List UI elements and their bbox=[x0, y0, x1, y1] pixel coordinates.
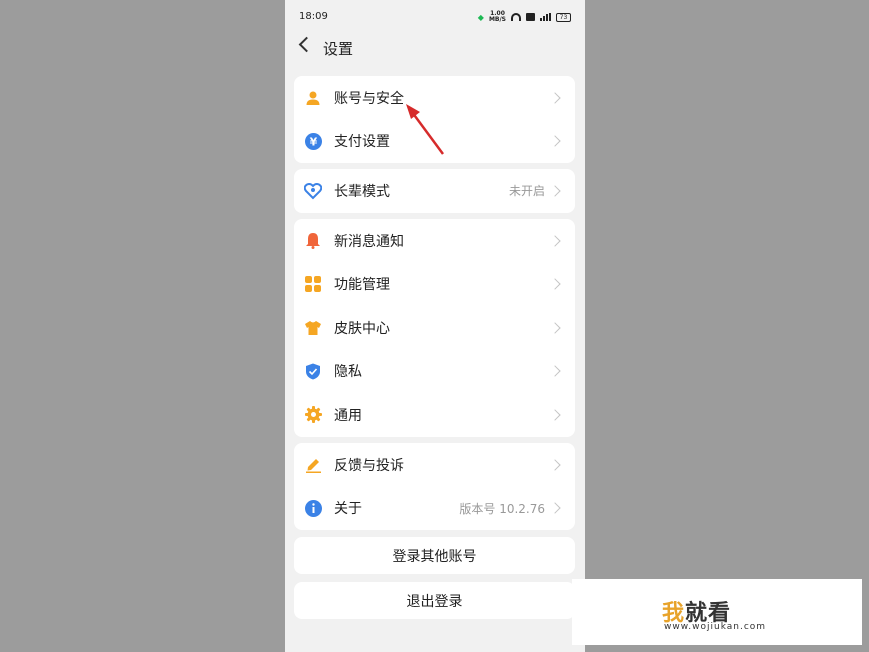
status-time: 18:09 bbox=[299, 11, 328, 22]
net-speed-unit: MB/S bbox=[488, 16, 506, 23]
settings-row-value: 版本号 10.2.76 bbox=[459, 501, 545, 516]
yen-icon: ¥ bbox=[304, 132, 322, 150]
bell-icon bbox=[304, 232, 322, 250]
chevron-right-icon bbox=[549, 365, 561, 377]
grid-icon bbox=[304, 275, 322, 293]
settings-group-main: 新消息通知功能管理皮肤中心隐私通用 bbox=[294, 219, 575, 437]
person-icon bbox=[304, 89, 322, 107]
info-icon bbox=[304, 499, 322, 517]
status-icons: ◆ 1.00 MB/S 73 bbox=[478, 11, 571, 23]
svg-text:¥: ¥ bbox=[309, 135, 317, 148]
settings-row[interactable]: 账号与安全 bbox=[294, 76, 575, 120]
settings-row[interactable]: 皮肤中心 bbox=[294, 306, 575, 350]
settings-group-support: 反馈与投诉关于 版本号 10.2.76 bbox=[294, 443, 575, 530]
page-title: 设置 bbox=[323, 40, 354, 58]
page-header: 设置 bbox=[285, 34, 585, 62]
settings-row[interactable]: 反馈与投诉 bbox=[294, 443, 575, 487]
settings-row-label: 长辈模式 bbox=[334, 183, 390, 200]
shield-icon bbox=[304, 362, 322, 380]
settings-row[interactable]: ¥ 支付设置 bbox=[294, 120, 575, 164]
chevron-right-icon bbox=[549, 409, 561, 421]
signal-icon bbox=[540, 13, 551, 21]
shield-status-icon: ◆ bbox=[477, 12, 484, 22]
phone-screen: 18:09 ◆ 1.00 MB/S 73 设置 账号与安全 ¥ 支付设置 长辈模式 未… bbox=[285, 0, 585, 652]
settings-row[interactable]: 隐私 bbox=[294, 350, 575, 394]
battery-icon: 73 bbox=[556, 12, 571, 22]
settings-group-elder: 长辈模式 未开启 bbox=[294, 169, 575, 213]
back-arrow-icon[interactable] bbox=[298, 36, 315, 53]
settings-row[interactable]: 关于 版本号 10.2.76 bbox=[294, 487, 575, 531]
chevron-right-icon bbox=[549, 235, 561, 247]
chevron-right-icon bbox=[549, 502, 561, 514]
settings-row-label: 新消息通知 bbox=[334, 233, 404, 250]
logout-button[interactable]: 退出登录 bbox=[294, 582, 575, 619]
chevron-right-icon bbox=[549, 135, 561, 147]
watermark: 我就看 www.wojiukan.com bbox=[572, 579, 862, 645]
settings-row-value: 未开启 bbox=[508, 184, 545, 199]
settings-row-label: 反馈与投诉 bbox=[334, 457, 404, 474]
settings-row[interactable]: 功能管理 bbox=[294, 263, 575, 307]
settings-row-label: 隐私 bbox=[334, 364, 362, 381]
settings-row-label: 支付设置 bbox=[334, 134, 390, 151]
chevron-right-icon bbox=[549, 459, 561, 471]
pen-icon bbox=[304, 456, 322, 474]
settings-row[interactable]: 新消息通知 bbox=[294, 219, 575, 263]
gear-icon bbox=[304, 406, 322, 424]
chevron-right-icon bbox=[549, 185, 561, 197]
settings-group-account: 账号与安全 ¥ 支付设置 bbox=[294, 76, 575, 163]
hd-icon bbox=[526, 13, 535, 21]
chevron-right-icon bbox=[549, 322, 561, 334]
login-other-account-button[interactable]: 登录其他账号 bbox=[294, 537, 575, 574]
net-speed: 1.00 MB/S bbox=[489, 11, 506, 23]
shirt-icon bbox=[304, 319, 322, 337]
status-bar: 18:09 ◆ 1.00 MB/S 73 bbox=[285, 0, 585, 34]
settings-row-label: 关于 bbox=[334, 501, 362, 518]
settings-row[interactable]: 长辈模式 未开启 bbox=[294, 169, 575, 213]
watermark-url: www.wojiukan.com bbox=[664, 622, 767, 632]
settings-row-label: 通用 bbox=[334, 407, 362, 424]
chevron-right-icon bbox=[549, 278, 561, 290]
settings-row-label: 皮肤中心 bbox=[334, 320, 390, 337]
heart-icon bbox=[304, 182, 322, 200]
settings-row-label: 账号与安全 bbox=[334, 90, 404, 107]
wifi-icon bbox=[511, 13, 521, 21]
settings-row-label: 功能管理 bbox=[334, 277, 390, 294]
chevron-right-icon bbox=[549, 92, 561, 104]
settings-row[interactable]: 通用 bbox=[294, 393, 575, 437]
